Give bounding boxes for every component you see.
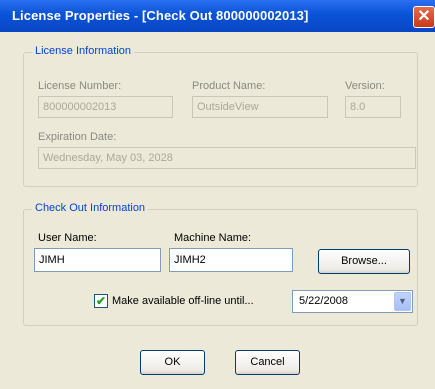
close-button[interactable]: ✕ — [413, 6, 435, 28]
offline-label[interactable]: Make available off-line until... — [112, 295, 254, 307]
user-name-label: User Name: — [38, 232, 97, 244]
checkmark-icon: ✔ — [95, 294, 107, 308]
machine-name-input[interactable]: JIMH2 — [169, 248, 293, 272]
chevron-down-icon[interactable]: ▼ — [394, 292, 411, 311]
window-title: License Properties - [Check Out 80000000… — [12, 8, 309, 23]
machine-name-label: Machine Name: — [174, 232, 252, 244]
version-field: 8.0 — [345, 96, 401, 118]
license-properties-dialog: License Properties - [Check Out 80000000… — [0, 0, 435, 389]
check-out-information-title: Check Out Information — [32, 202, 149, 214]
title-bar[interactable]: License Properties - [Check Out 80000000… — [0, 0, 435, 32]
ok-button[interactable]: OK — [140, 350, 205, 375]
license-number-label: License Number: — [38, 80, 122, 92]
version-label: Version: — [345, 80, 385, 92]
close-icon: ✕ — [417, 8, 431, 25]
offline-checkbox[interactable]: ✔ — [94, 294, 108, 308]
user-name-input[interactable]: JIMH — [34, 248, 161, 272]
expiration-date-label: Expiration Date: — [38, 131, 117, 143]
product-name-label: Product Name: — [192, 80, 266, 92]
cancel-button[interactable]: Cancel — [235, 350, 300, 375]
license-information-title: License Information — [32, 45, 134, 57]
browse-button[interactable]: Browse... — [318, 249, 410, 274]
product-name-field: OutsideView — [192, 96, 328, 118]
offline-date-value: 5/22/2008 — [299, 295, 348, 307]
license-number-field: 800000002013 — [38, 96, 173, 118]
offline-date-picker[interactable]: 5/22/2008 ▼ — [292, 290, 413, 313]
expiration-date-field: Wednesday, May 03, 2028 — [38, 147, 416, 169]
